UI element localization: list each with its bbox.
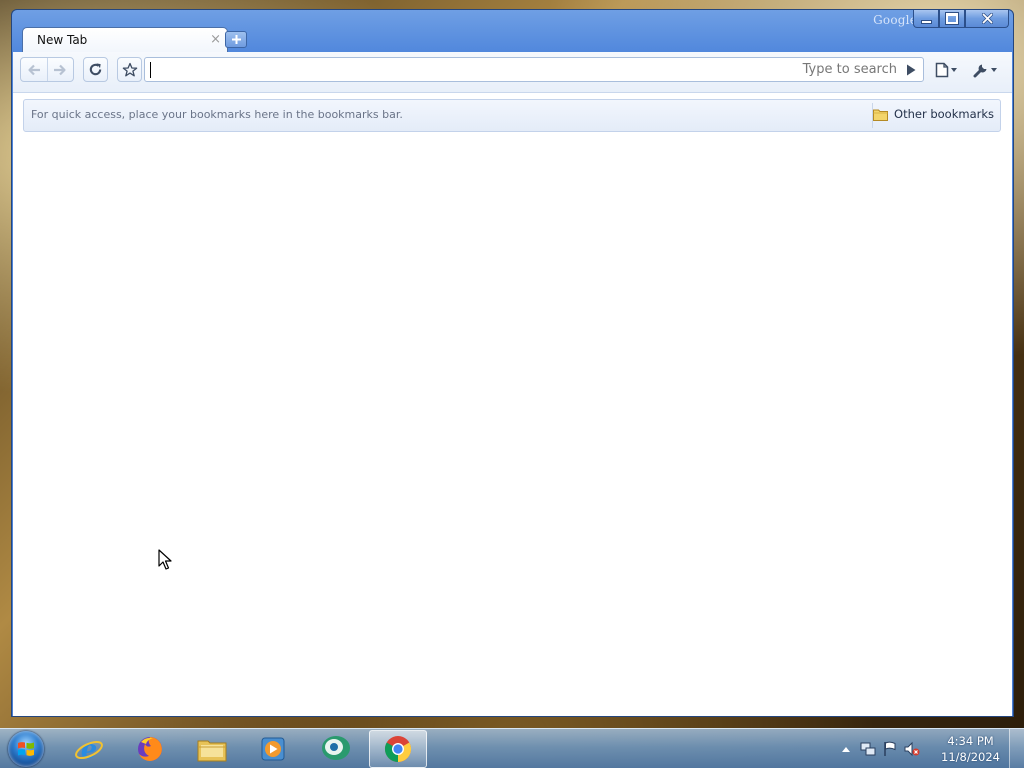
network-icon bbox=[860, 742, 876, 756]
internet-explorer-icon: e bbox=[75, 735, 103, 764]
other-bookmarks-label: Other bookmarks bbox=[894, 107, 994, 121]
taskbar-chrome[interactable] bbox=[369, 730, 427, 768]
tools-menu-button[interactable] bbox=[973, 59, 997, 81]
start-button[interactable] bbox=[8, 731, 44, 767]
star-icon bbox=[122, 62, 137, 76]
taskbar: e 4:34 PM 11/8/2024 bbox=[0, 728, 1024, 768]
omnibox-hint: Type to search bbox=[802, 62, 897, 77]
mouse-cursor-icon bbox=[158, 549, 172, 570]
svg-text:e: e bbox=[81, 735, 98, 764]
taskbar-messenger[interactable] bbox=[307, 730, 365, 768]
page-menu-button[interactable] bbox=[935, 59, 957, 81]
file-explorer-icon bbox=[197, 740, 227, 762]
taskbar-firefox[interactable] bbox=[121, 730, 179, 768]
reload-button[interactable] bbox=[83, 57, 108, 82]
wrench-icon bbox=[973, 64, 987, 78]
taskbar-file-explorer[interactable] bbox=[183, 730, 241, 768]
bookmark-star-button[interactable] bbox=[117, 57, 142, 82]
text-caret bbox=[150, 62, 151, 78]
volume-muted-icon bbox=[904, 741, 920, 757]
taskbar-media-player[interactable] bbox=[244, 730, 302, 768]
tab-close-icon[interactable]: × bbox=[210, 32, 221, 47]
firefox-icon bbox=[138, 737, 162, 761]
close-icon bbox=[981, 13, 993, 24]
tab-title: New Tab bbox=[37, 33, 88, 47]
messenger-icon bbox=[322, 736, 350, 760]
clock-date: 11/8/2024 bbox=[941, 750, 1000, 764]
close-window-button[interactable] bbox=[965, 10, 1009, 28]
nav-buttons bbox=[20, 57, 74, 82]
forward-button[interactable] bbox=[46, 58, 74, 81]
other-bookmarks-button[interactable]: Other bookmarks bbox=[873, 107, 994, 121]
tab-new-tab[interactable]: New Tab × bbox=[22, 27, 228, 53]
bookmarks-bar-hint: For quick access, place your bookmarks h… bbox=[31, 108, 403, 121]
back-arrow-icon bbox=[28, 64, 40, 75]
system-tray: 4:34 PM 11/8/2024 bbox=[834, 729, 1024, 768]
play-icon bbox=[907, 64, 916, 75]
chevron-up-icon bbox=[842, 747, 850, 752]
taskbar-internet-explorer[interactable]: e bbox=[60, 730, 118, 768]
omnibox-input[interactable] bbox=[149, 60, 791, 79]
show-desktop-button[interactable] bbox=[1009, 729, 1024, 768]
window-brand: Google bbox=[873, 13, 917, 27]
maximize-button[interactable] bbox=[939, 10, 965, 28]
new-tab-button[interactable] bbox=[225, 31, 247, 48]
tray-overflow-button[interactable] bbox=[838, 741, 854, 757]
toolbar: Type to search bbox=[13, 52, 1012, 93]
tray-network[interactable] bbox=[860, 741, 876, 757]
chevron-down-icon bbox=[951, 68, 957, 72]
reload-icon bbox=[89, 63, 102, 76]
plus-icon bbox=[231, 35, 241, 44]
flag-icon bbox=[884, 741, 896, 756]
tray-volume[interactable] bbox=[904, 741, 920, 757]
back-button[interactable] bbox=[21, 58, 47, 81]
clock-time: 4:34 PM bbox=[947, 734, 994, 748]
media-player-icon bbox=[261, 737, 285, 761]
tray-action-center[interactable] bbox=[882, 741, 898, 757]
chevron-down-icon bbox=[991, 68, 997, 72]
omnibox[interactable]: Type to search bbox=[144, 57, 924, 82]
forward-arrow-icon bbox=[54, 64, 66, 75]
minimize-icon bbox=[921, 20, 931, 23]
windows-logo-icon bbox=[18, 742, 34, 756]
maximize-icon bbox=[946, 13, 958, 24]
page-icon bbox=[935, 62, 949, 78]
window-controls bbox=[913, 10, 1009, 30]
browser-content: Type to search For quick access, place y… bbox=[13, 52, 1012, 716]
bookmarks-bar: For quick access, place your bookmarks h… bbox=[23, 99, 1001, 132]
go-button[interactable] bbox=[901, 60, 921, 79]
minimize-button[interactable] bbox=[913, 10, 939, 28]
browser-window: Google New Tab × Type to search For quic… bbox=[11, 9, 1014, 717]
clock[interactable]: 4:34 PM 11/8/2024 bbox=[941, 733, 1000, 765]
folder-icon bbox=[873, 109, 889, 121]
chrome-icon bbox=[384, 736, 412, 763]
